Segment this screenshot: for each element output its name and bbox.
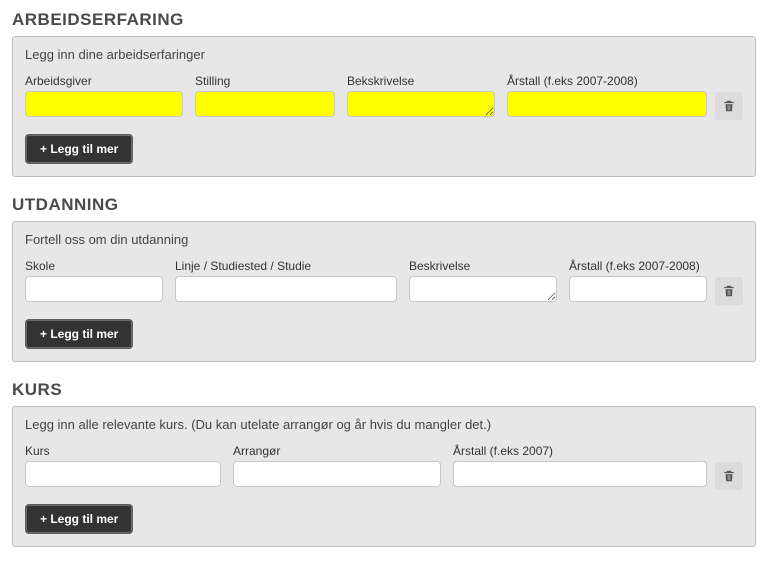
trash-icon	[722, 469, 736, 483]
education-section: UTDANNING Fortell oss om din utdanning S…	[12, 195, 756, 362]
experience-fields: Arbeidsgiver Stilling Bekskrivelse Årsta…	[25, 74, 707, 117]
courses-section: KURS Legg inn alle relevante kurs. (Du k…	[12, 380, 756, 547]
courses-add-button[interactable]: + Legg til mer	[25, 504, 133, 534]
education-panel: Fortell oss om din utdanning Skole Linje…	[12, 221, 756, 362]
experience-year-input[interactable]	[507, 91, 707, 117]
experience-description-label: Bekskrivelse	[347, 74, 495, 88]
education-description-input[interactable]	[409, 276, 557, 302]
courses-trash-col	[715, 444, 743, 490]
experience-year-field: Årstall (f.eks 2007-2008)	[507, 74, 707, 117]
education-year-label: Årstall (f.eks 2007-2008)	[569, 259, 707, 273]
education-row: Skole Linje / Studiested / Studie Beskri…	[25, 259, 743, 305]
courses-panel: Legg inn alle relevante kurs. (Du kan ut…	[12, 406, 756, 547]
course-field: Kurs	[25, 444, 221, 487]
courses-description: Legg inn alle relevante kurs. (Du kan ut…	[25, 417, 743, 432]
experience-description-field: Bekskrivelse	[347, 74, 495, 117]
course-label: Kurs	[25, 444, 221, 458]
experience-description: Legg inn dine arbeidserfaringer	[25, 47, 743, 62]
experience-add-button[interactable]: + Legg til mer	[25, 134, 133, 164]
education-year-field: Årstall (f.eks 2007-2008)	[569, 259, 707, 302]
experience-description-input[interactable]	[347, 91, 495, 117]
education-add-button[interactable]: + Legg til mer	[25, 319, 133, 349]
education-fields: Skole Linje / Studiested / Studie Beskri…	[25, 259, 707, 302]
education-description-field: Beskrivelse	[409, 259, 557, 302]
course-input[interactable]	[25, 461, 221, 487]
line-label: Linje / Studiested / Studie	[175, 259, 397, 273]
education-year-input[interactable]	[569, 276, 707, 302]
education-title: UTDANNING	[12, 195, 756, 215]
school-field: Skole	[25, 259, 163, 302]
position-label: Stilling	[195, 74, 335, 88]
employer-input[interactable]	[25, 91, 183, 117]
position-field: Stilling	[195, 74, 335, 117]
trash-icon	[722, 284, 736, 298]
organizer-input[interactable]	[233, 461, 441, 487]
trash-icon	[722, 99, 736, 113]
courses-title: KURS	[12, 380, 756, 400]
experience-section: ARBEIDSERFARING Legg inn dine arbeidserf…	[12, 10, 756, 177]
education-description: Fortell oss om din utdanning	[25, 232, 743, 247]
education-description-label: Beskrivelse	[409, 259, 557, 273]
employer-field: Arbeidsgiver	[25, 74, 183, 117]
organizer-field: Arrangør	[233, 444, 441, 487]
experience-title: ARBEIDSERFARING	[12, 10, 756, 30]
organizer-label: Arrangør	[233, 444, 441, 458]
school-input[interactable]	[25, 276, 163, 302]
courses-fields: Kurs Arrangør Årstall (f.eks 2007)	[25, 444, 707, 487]
courses-year-label: Årstall (f.eks 2007)	[453, 444, 707, 458]
employer-label: Arbeidsgiver	[25, 74, 183, 88]
education-trash-col	[715, 259, 743, 305]
experience-delete-button[interactable]	[715, 92, 743, 120]
line-input[interactable]	[175, 276, 397, 302]
experience-trash-col	[715, 74, 743, 120]
education-delete-button[interactable]	[715, 277, 743, 305]
line-field: Linje / Studiested / Studie	[175, 259, 397, 302]
school-label: Skole	[25, 259, 163, 273]
experience-year-label: Årstall (f.eks 2007-2008)	[507, 74, 707, 88]
courses-year-field: Årstall (f.eks 2007)	[453, 444, 707, 487]
courses-delete-button[interactable]	[715, 462, 743, 490]
position-input[interactable]	[195, 91, 335, 117]
courses-row: Kurs Arrangør Årstall (f.eks 2007)	[25, 444, 743, 490]
experience-panel: Legg inn dine arbeidserfaringer Arbeidsg…	[12, 36, 756, 177]
courses-year-input[interactable]	[453, 461, 707, 487]
experience-row: Arbeidsgiver Stilling Bekskrivelse Årsta…	[25, 74, 743, 120]
